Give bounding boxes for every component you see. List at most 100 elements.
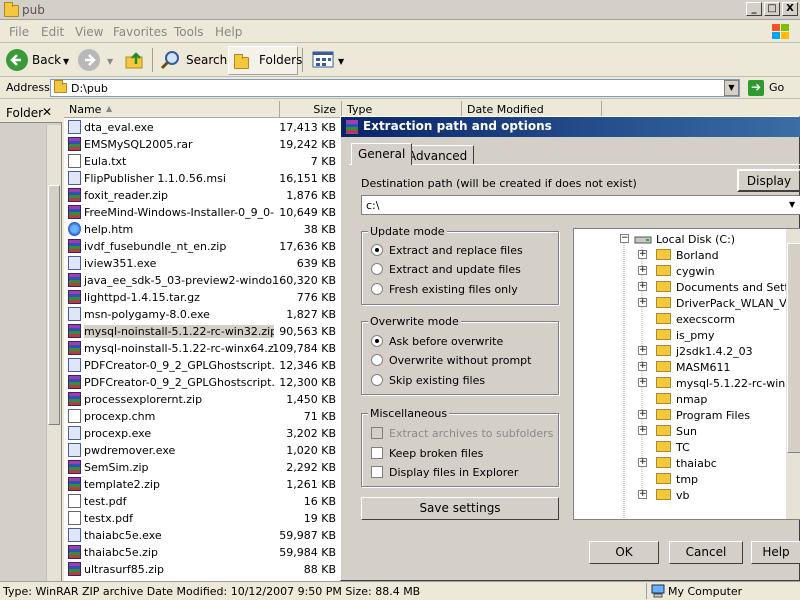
expand-icon[interactable]: + bbox=[638, 490, 647, 499]
radio-extract-update[interactable] bbox=[371, 263, 383, 275]
minimize-button[interactable]: _ bbox=[746, 2, 762, 16]
expand-icon[interactable]: + bbox=[638, 266, 647, 275]
file-row[interactable]: PDFCreator-0_9_2_GPLGhostscript.... 12,34… bbox=[64, 357, 342, 374]
file-row[interactable]: procexp.exe 3,202 KB bbox=[64, 425, 342, 442]
radio-extract-replace-label[interactable]: Extract and replace files bbox=[389, 244, 523, 257]
toolbar: Back ▼ ▼ Search Folders ▼ bbox=[0, 43, 800, 77]
file-row[interactable]: procexp.chm 71 KB bbox=[64, 408, 342, 425]
menu-edit[interactable]: Edit bbox=[41, 25, 64, 39]
back-button[interactable]: Back bbox=[32, 53, 61, 67]
column-name[interactable]: Name ▲ bbox=[64, 101, 280, 118]
file-row[interactable]: processexplorernt.zip 1,450 KB bbox=[64, 391, 342, 408]
file-row[interactable]: FreeMind-Windows-Installer-0_9_0-... 10,6… bbox=[64, 204, 342, 221]
radio-ask-overwrite-label[interactable]: Ask before overwrite bbox=[389, 335, 503, 348]
go-arrow-icon[interactable]: ➔ bbox=[748, 80, 764, 96]
go-button[interactable]: Go bbox=[769, 81, 784, 94]
file-row[interactable]: SemSim.zip 2,292 KB bbox=[64, 459, 342, 476]
up-folder-icon[interactable] bbox=[124, 49, 146, 71]
search-button[interactable]: Search bbox=[186, 53, 227, 67]
file-row[interactable]: mysql-noinstall-5.1.22-rc-winx64.zip 109,… bbox=[64, 340, 342, 357]
file-row[interactable]: Eula.txt 7 KB bbox=[64, 153, 342, 170]
file-row[interactable]: java_ee_sdk-5_03-preview2-windo... 160,32… bbox=[64, 272, 342, 289]
menu-help[interactable]: Help bbox=[215, 25, 242, 39]
tree-scroll-thumb[interactable] bbox=[787, 243, 800, 453]
expand-icon[interactable]: + bbox=[638, 298, 647, 307]
help-button[interactable]: Help bbox=[751, 541, 800, 564]
checkbox-keep-broken[interactable] bbox=[371, 447, 383, 459]
search-icon[interactable] bbox=[160, 49, 182, 71]
destination-path-input[interactable]: c:\ bbox=[361, 195, 800, 215]
exe-icon bbox=[68, 256, 81, 270]
file-row[interactable]: ivdf_fusebundle_nt_en.zip 17,636 KB bbox=[64, 238, 342, 255]
radio-overwrite-without-prompt[interactable] bbox=[371, 354, 383, 366]
radio-fresh-existing[interactable] bbox=[371, 283, 383, 295]
expand-icon[interactable]: + bbox=[638, 410, 647, 419]
expand-icon[interactable]: + bbox=[638, 458, 647, 467]
file-row[interactable]: mysql-noinstall-5.1.22-rc-win32.zip 90,56… bbox=[64, 323, 342, 340]
menu-favorites[interactable]: Favorites bbox=[113, 25, 167, 39]
expand-icon[interactable]: + bbox=[638, 426, 647, 435]
tab-general[interactable]: General bbox=[351, 143, 413, 165]
forward-dropdown-icon[interactable]: ▼ bbox=[107, 57, 113, 66]
address-dropdown-icon[interactable]: ▼ bbox=[724, 80, 739, 96]
file-row[interactable]: ultrasurf85.zip 88 KB bbox=[64, 561, 342, 578]
save-settings-button[interactable]: Save settings bbox=[361, 497, 559, 520]
checkbox-keep-broken-label[interactable]: Keep broken files bbox=[389, 447, 483, 460]
cancel-button[interactable]: Cancel bbox=[669, 541, 743, 564]
collapse-icon[interactable]: − bbox=[620, 234, 629, 243]
radio-extract-replace[interactable] bbox=[371, 244, 383, 256]
radio-skip-existing-label[interactable]: Skip existing files bbox=[389, 374, 485, 387]
radio-overwrite-without-prompt-label[interactable]: Overwrite without prompt bbox=[389, 354, 531, 367]
file-row[interactable]: template2.zip 1,261 KB bbox=[64, 476, 342, 493]
file-row[interactable]: iview351.exe 639 KB bbox=[64, 255, 342, 272]
folder-pane-close-icon[interactable]: ✕ bbox=[42, 105, 52, 119]
checkbox-display-explorer-label[interactable]: Display files in Explorer bbox=[389, 466, 518, 479]
close-button[interactable]: X bbox=[782, 2, 798, 16]
file-row[interactable]: foxit_reader.zip 1,876 KB bbox=[64, 187, 342, 204]
checkbox-extract-subfolders-label[interactable]: Extract archives to subfolders bbox=[389, 427, 553, 440]
file-row[interactable]: pwdremover.exe 1,020 KB bbox=[64, 442, 342, 459]
file-row[interactable]: help.htm 38 KB bbox=[64, 221, 342, 238]
views-dropdown-icon[interactable]: ▼ bbox=[338, 57, 344, 66]
menu-view[interactable]: View bbox=[75, 25, 103, 39]
folder-pane-scrollbar[interactable] bbox=[46, 125, 61, 581]
tree-scrollbar[interactable] bbox=[786, 229, 800, 519]
checkbox-display-explorer[interactable] bbox=[371, 466, 383, 478]
folder-pane-scroll-thumb[interactable] bbox=[48, 185, 60, 425]
column-size[interactable]: Size bbox=[280, 101, 342, 118]
destination-dropdown-icon[interactable]: ▼ bbox=[789, 200, 795, 209]
folder-tree[interactable]: − Local Disk (C:) + Borland + cygwin + Document… bbox=[573, 228, 800, 520]
expand-icon[interactable]: + bbox=[638, 378, 647, 387]
file-row[interactable]: thaiabc5e.exe 59,987 KB bbox=[64, 527, 342, 544]
radio-ask-overwrite[interactable] bbox=[371, 335, 383, 347]
radio-extract-update-label[interactable]: Extract and update files bbox=[389, 263, 521, 276]
address-input[interactable]: D:\pub bbox=[50, 79, 740, 97]
expand-icon[interactable]: + bbox=[638, 250, 647, 259]
file-row[interactable]: testx.pdf 19 KB bbox=[64, 510, 342, 527]
file-row[interactable]: dta_eval.exe 17,413 KB bbox=[64, 119, 342, 136]
folders-button[interactable]: Folders bbox=[259, 53, 302, 67]
expand-icon[interactable]: + bbox=[638, 362, 647, 371]
forward-arrow-icon[interactable] bbox=[78, 49, 100, 71]
radio-skip-existing[interactable] bbox=[371, 374, 383, 386]
file-row[interactable]: EMSMySQL2005.rar 19,242 KB bbox=[64, 136, 342, 153]
menu-file[interactable]: File bbox=[9, 25, 29, 39]
file-row[interactable]: FlipPublisher 1.1.0.56.msi 16,151 KB bbox=[64, 170, 342, 187]
file-row[interactable]: msn-polygamy-8.0.exe 1,827 KB bbox=[64, 306, 342, 323]
display-button[interactable]: Display bbox=[737, 169, 800, 192]
back-arrow-icon[interactable] bbox=[6, 49, 28, 71]
checkbox-extract-subfolders[interactable] bbox=[371, 427, 383, 439]
views-icon[interactable] bbox=[312, 51, 336, 69]
file-row[interactable]: test.pdf 16 KB bbox=[64, 493, 342, 510]
ok-button[interactable]: OK bbox=[589, 541, 659, 564]
menu-tools[interactable]: Tools bbox=[174, 25, 204, 39]
maximize-button[interactable]: □ bbox=[764, 2, 780, 16]
expand-icon[interactable]: + bbox=[638, 346, 647, 355]
back-dropdown-icon[interactable]: ▼ bbox=[63, 57, 69, 66]
file-row[interactable]: PDFCreator-0_9_2_GPLGhostscript.zip 12,30… bbox=[64, 374, 342, 391]
radio-fresh-existing-label[interactable]: Fresh existing files only bbox=[389, 283, 518, 296]
address-label: Address bbox=[6, 81, 50, 94]
file-row[interactable]: lighttpd-1.4.15.tar.gz 776 KB bbox=[64, 289, 342, 306]
file-row[interactable]: thaiabc5e.zip 59,984 KB bbox=[64, 544, 342, 561]
expand-icon[interactable]: + bbox=[638, 282, 647, 291]
